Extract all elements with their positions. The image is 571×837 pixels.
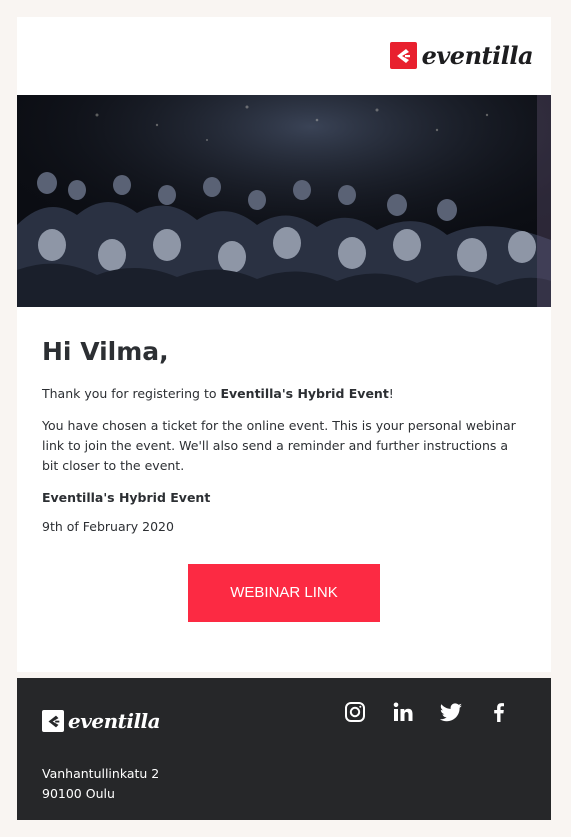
facebook-icon[interactable] <box>487 700 511 724</box>
webinar-link-button[interactable]: WEBINAR LINK <box>188 564 380 622</box>
hero-image <box>17 95 551 307</box>
social-links <box>343 700 511 724</box>
footer-logo-wordmark: eventilla <box>68 709 161 733</box>
address-line-1: Vanhantullinkatu 2 <box>42 766 160 781</box>
address-line-2: 90100 Oulu <box>42 786 115 801</box>
footer-address: Vanhantullinkatu 2 90100 Oulu <box>42 764 159 804</box>
instagram-icon[interactable] <box>343 700 367 724</box>
eventilla-logo[interactable]: eventilla <box>389 41 534 70</box>
email-footer: eventilla Vanhantullinkatu 2 90100 Oulu <box>17 678 551 820</box>
logo-wordmark: eventilla <box>421 41 534 70</box>
eventilla-mark-icon <box>389 42 417 69</box>
linkedin-icon[interactable] <box>391 700 415 724</box>
audience-photo-icon <box>17 95 551 307</box>
email-body: Hi Vilma, Thank you for registering to E… <box>17 307 551 672</box>
thanks-paragraph: Thank you for registering to Eventilla's… <box>42 384 526 404</box>
thanks-prefix: Thank you for registering to <box>42 386 221 401</box>
email-header: eventilla <box>17 17 551 95</box>
thanks-suffix: ! <box>388 386 394 401</box>
greeting-heading: Hi Vilma, <box>42 337 169 366</box>
body-paragraph: You have chosen a ticket for the online … <box>42 418 516 473</box>
footer-logo[interactable]: eventilla <box>42 709 161 733</box>
event-title: Eventilla's Hybrid Event <box>42 490 211 505</box>
eventilla-mark-icon <box>42 710 64 732</box>
twitter-icon[interactable] <box>439 700 463 724</box>
email-card: eventilla Hi Vilma, Thank you for regist… <box>17 17 551 672</box>
event-date: 9th of February 2020 <box>42 519 174 534</box>
button-wrapper: WEBINAR LINK <box>42 564 526 622</box>
thanks-event-name: Eventilla's Hybrid Event <box>220 386 389 401</box>
